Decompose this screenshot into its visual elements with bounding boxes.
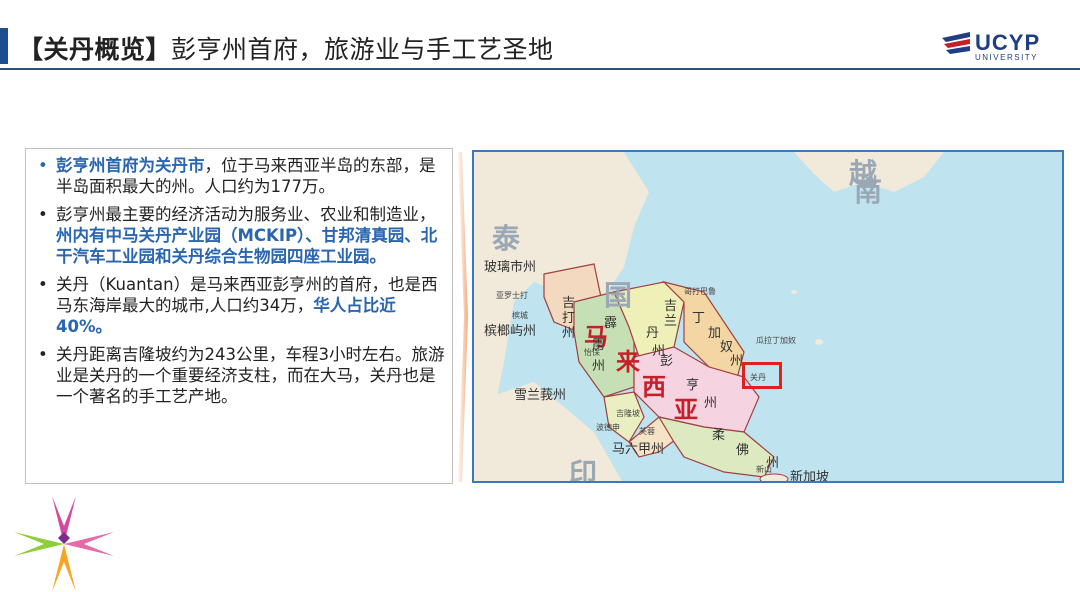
label-pahang-1: 彭 [660,354,674,369]
label-johor-2: 佛 [736,443,750,458]
label-alor-setar: 亚罗士打 [496,291,528,300]
label-penang: 槟榔屿州 [484,324,537,339]
peninsular-malaysia-map: 越 南 泰 国 印 马 来 西 亚 玻璃市州 吉 打 州 槟榔屿州 霹 雳 州 … [472,150,1064,483]
label-kelantan-2: 兰 [664,314,678,329]
label-port-dickson: 波德申 [596,423,620,432]
info-text-panel: 彭亨州首府为关丹市，位于马来西亚半岛的东部，是半岛面积最大的州。人口约为177万… [25,148,453,484]
title-main-part: 彭亨州首府，旅游业与手工艺圣地 [171,35,554,64]
label-selangor: 雪兰莪州 [514,388,567,403]
label-kuala-lumpur: 吉隆坡 [616,409,640,418]
header-rule [0,68,1080,70]
label-georgetown: 槟城 [512,311,528,320]
label-malaysia-lai: 来 [616,348,640,376]
logo-subtitle: UNIVERSITY [975,53,1039,62]
label-seremban: 芙蓉 [639,427,655,436]
bullet-capital: 彭亨州首府为关丹市，位于马来西亚半岛的东部，是半岛面积最大的州。人口约为177万… [32,155,448,197]
label-thailand-1: 泰 [492,222,521,255]
label-malacca: 马六甲州 [612,442,665,457]
label-pahang-3: 州 [704,396,718,411]
label-kota-bharu: 哥打巴鲁 [684,287,716,296]
panel-divider [458,152,468,482]
label-malaysia-ya: 亚 [674,396,698,424]
page-title: 【关丹概览】彭亨州首府，旅游业与手工艺圣地 [18,30,554,66]
bullet-kuantan: 关丹（Kuantan）是马来西亚彭亨州的首府，也是西马东海岸最大的城市,人口约3… [32,274,448,337]
label-malaysia-xi: 西 [642,373,666,401]
label-johor-1: 柔 [712,428,726,443]
label-singapore: 新加坡 [790,470,830,483]
label-terengganu-1: 丁 [692,311,706,326]
bullet-highlight: 彭亨州首府为关丹市 [56,156,205,175]
label-indonesia: 印 [569,457,598,483]
label-perlis: 玻璃市州 [484,260,537,275]
label-kelantan-3: 丹 [646,326,660,341]
bullet-economy: 彭亨州最主要的经济活动为服务业、农业和制造业， 州内有中马关丹产业园（MCKIP）… [32,204,448,267]
label-kedah-3: 州 [562,326,576,341]
kuantan-highlight-box [742,362,782,389]
label-vietnam-2: 南 [854,175,883,208]
bullet-distance: 关丹距离吉隆坡约为243公里，车程3小时左右。旅游业是关丹的一个重要经济支柱，而… [32,344,448,407]
title-accent-bar [0,28,8,64]
bullet-highlight: 州内有中马关丹产业园（MCKIP）、甘邦清真园、北干汽车工业园和关丹综合生物园四… [56,226,438,266]
bullet-text: 彭亨州最主要的经济活动为服务业、农业和制造业， [56,205,436,224]
label-ipoh: 怡保 [584,348,600,357]
label-johor-bahru: 新山 [756,465,772,474]
label-kuala-terengganu: 瓜拉丁加奴 [756,336,796,345]
title-bracket-part: 【关丹概览】 [18,35,172,64]
bullet-text: 关丹距离吉隆坡约为243公里，车程3小时左右。旅游业是关丹的一个重要经济支柱，而… [56,345,445,406]
decorative-pinwheel-icon [14,496,114,592]
label-thailand-2: 国 [604,279,633,312]
label-pahang-2: 亨 [686,378,700,393]
label-perak-1: 霹 [604,316,618,331]
